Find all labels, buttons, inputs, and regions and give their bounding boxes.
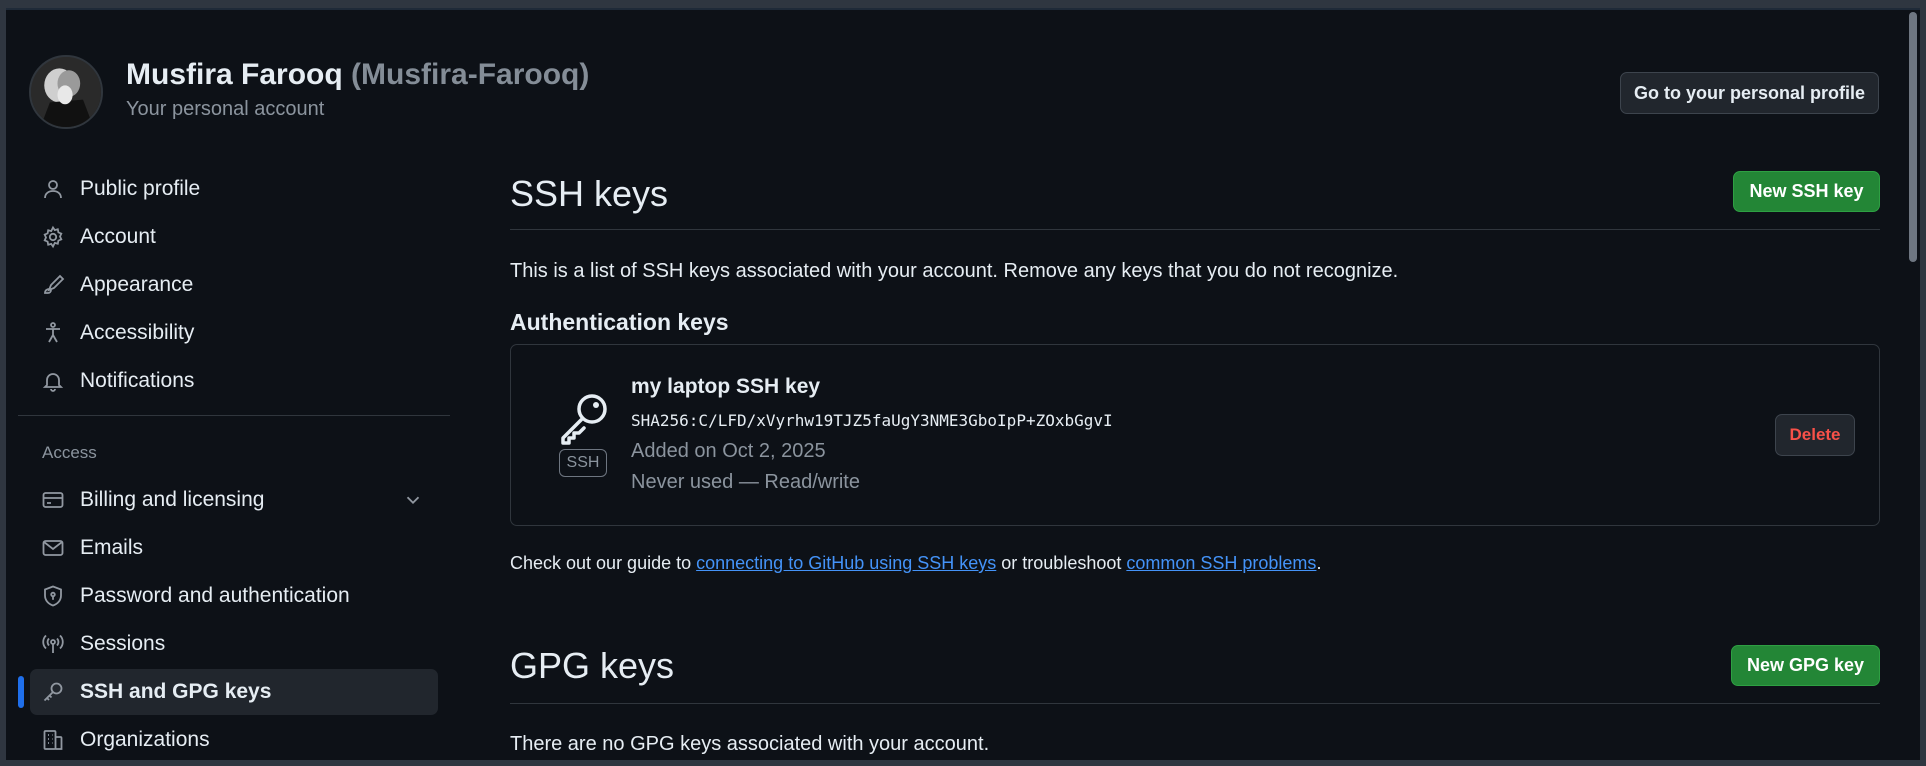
scrollbar-thumb[interactable] (1909, 12, 1917, 262)
sidebar-item-label: Billing and licensing (80, 488, 265, 511)
sidebar-item-billing[interactable]: Billing and licensing (30, 477, 438, 523)
ssh-badge: SSH (559, 449, 607, 477)
active-indicator (18, 676, 24, 708)
sidebar-item-label: Notifications (80, 369, 195, 392)
display-name: Musfira Farooq (126, 58, 343, 91)
guide-suffix: . (1316, 553, 1322, 573)
ssh-keys-title: SSH keys (510, 173, 669, 214)
sidebar-item-label: Emails (80, 536, 144, 559)
divider (510, 229, 1880, 230)
guide-middle: or troubleshoot (996, 553, 1127, 573)
divider (510, 703, 1880, 704)
broadcast-icon (40, 631, 66, 657)
paintbrush-icon (40, 272, 66, 298)
gpg-keys-title: GPG keys (510, 645, 675, 686)
organization-icon (40, 727, 66, 753)
sidebar-item-label: Accessibility (80, 321, 195, 344)
sidebar-divider (18, 415, 450, 416)
sidebar-item-emails[interactable]: Emails (30, 525, 438, 571)
ssh-description: This is a list of SSH keys associated wi… (510, 260, 1399, 282)
login-name: (Musfira-Farooq) (351, 58, 590, 91)
chevron-down-icon[interactable] (402, 489, 424, 511)
delete-ssh-key-button[interactable]: Delete (1775, 414, 1855, 456)
account-name: Musfira Farooq (Musfira-Farooq) (126, 58, 589, 92)
new-gpg-key-button[interactable]: New GPG key (1731, 645, 1880, 686)
gear-icon (40, 224, 66, 250)
ssh-key-added-date: Added on Oct 2, 2025 (631, 440, 826, 462)
sidebar-item-appearance[interactable]: Appearance (30, 262, 438, 308)
sidebar-item-sessions[interactable]: Sessions (30, 621, 438, 667)
sidebar-item-password-authentication[interactable]: Password and authentication (30, 573, 438, 619)
ssh-guide-text: Check out our guide to connecting to Git… (510, 553, 1321, 574)
ssh-key-title: my laptop SSH key (631, 375, 821, 398)
go-to-profile-button[interactable]: Go to your personal profile (1620, 72, 1879, 114)
guide-prefix: Check out our guide to (510, 553, 697, 573)
sidebar-item-label: Sessions (80, 632, 166, 655)
sidebar-item-notifications[interactable]: Notifications (30, 358, 438, 404)
ssh-key-list (510, 344, 1880, 526)
sidebar-item-label: SSH and GPG keys (80, 680, 272, 703)
ssh-troubleshoot-link[interactable]: common SSH problems (1126, 553, 1316, 573)
sidebar-item-account[interactable]: Account (30, 214, 438, 260)
sidebar-item-organizations[interactable]: Organizations (30, 717, 438, 763)
sidebar-item-label: Password and authentication (80, 584, 350, 607)
authentication-keys-heading: Authentication keys (510, 309, 729, 335)
shield-lock-icon (40, 583, 66, 609)
account-subtitle: Your personal account (126, 98, 325, 120)
sidebar-item-label: Organizations (80, 728, 210, 751)
new-ssh-key-button[interactable]: New SSH key (1733, 171, 1880, 212)
sidebar-item-accessibility[interactable]: Accessibility (30, 310, 438, 356)
avatar[interactable] (29, 55, 103, 129)
bell-icon (40, 368, 66, 394)
gpg-description: There are no GPG keys associated with yo… (510, 733, 990, 755)
accessibility-icon (40, 320, 66, 346)
top-border (6, 8, 1920, 10)
ssh-guide-link[interactable]: connecting to GitHub using SSH keys (696, 553, 996, 573)
sidebar-heading-access: Access (42, 443, 97, 462)
key-icon (556, 390, 612, 446)
credit-card-icon (40, 487, 66, 513)
sidebar-item-label: Appearance (80, 273, 194, 296)
sidebar-item-label: Public profile (80, 177, 201, 200)
mail-icon (40, 535, 66, 561)
person-icon (40, 176, 66, 202)
sidebar-item-label: Account (80, 225, 156, 248)
key-icon (40, 679, 66, 705)
ssh-key-fingerprint: SHA256:C/LFD/xVyrhw19TJZ5faUgY3NME3GboIp… (631, 411, 1113, 430)
ssh-key-usage: Never used — Read/write (631, 471, 860, 493)
sidebar-item-public-profile[interactable]: Public profile (30, 166, 438, 212)
sidebar-item-ssh-gpg-keys[interactable]: SSH and GPG keys (30, 669, 438, 715)
